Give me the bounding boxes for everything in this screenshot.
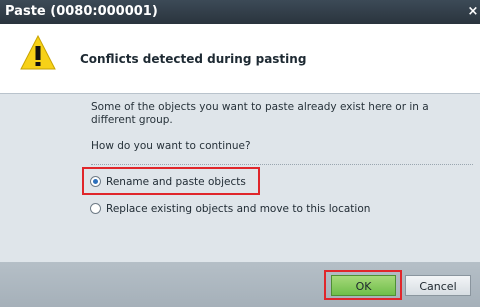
radio-button[interactable] [90, 203, 101, 214]
paste-dialog: Paste (0080:000001) × Conflicts detected… [0, 0, 480, 307]
highlight-box-ok [324, 270, 402, 300]
question-text: How do you want to continue? [91, 140, 251, 152]
window-title: Paste (0080:000001) [5, 4, 158, 19]
title-bar: Paste (0080:000001) × [0, 0, 480, 24]
option-replace-existing[interactable]: Replace existing objects and move to thi… [90, 201, 390, 217]
warning-icon [20, 35, 56, 70]
dialog-heading: Conflicts detected during pasting [80, 52, 307, 66]
highlight-box-option [82, 167, 260, 195]
option-label: Replace existing objects and move to thi… [106, 203, 371, 215]
close-icon[interactable]: × [466, 0, 480, 24]
message-text: Some of the objects you want to paste al… [91, 101, 429, 126]
cancel-button[interactable]: Cancel [405, 275, 471, 296]
separator [91, 164, 473, 165]
